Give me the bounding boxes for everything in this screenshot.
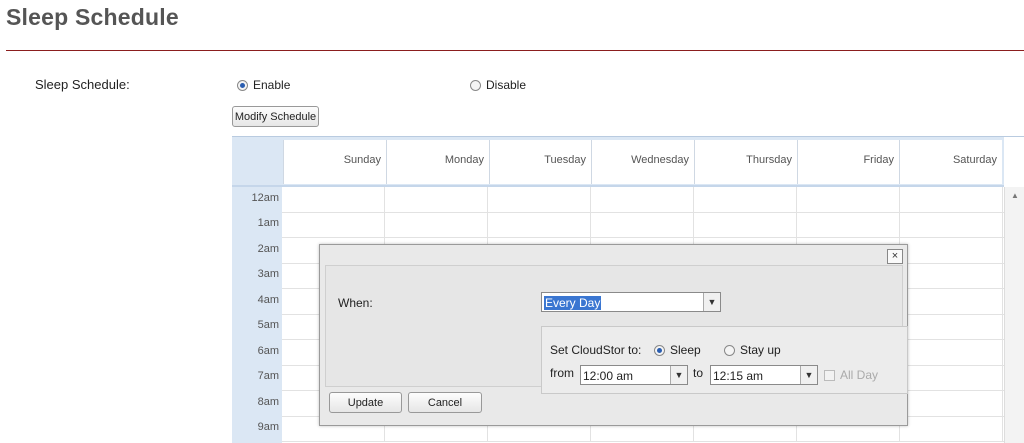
all-day-checkbox[interactable]: All Day	[824, 368, 878, 382]
when-label: When:	[338, 296, 373, 310]
chevron-down-icon: ▼	[800, 366, 817, 384]
calendar-header: Sunday Monday Tuesday Wednesday Thursday…	[232, 137, 1004, 187]
day-header-sunday: Sunday	[283, 140, 386, 184]
cancel-button[interactable]: Cancel	[408, 392, 482, 413]
sleep-schedule-label: Sleep Schedule:	[35, 77, 130, 92]
radio-checked-icon	[654, 344, 665, 356]
hour-row[interactable]	[282, 187, 1004, 213]
update-button[interactable]: Update	[329, 392, 402, 413]
enable-label: Enable	[253, 78, 291, 92]
modify-schedule-button[interactable]: Modify Schedule	[232, 106, 319, 127]
disable-label: Disable	[486, 78, 527, 92]
radio-unchecked-icon	[724, 344, 735, 356]
from-time-select[interactable]: 12:00 am ▼	[580, 365, 688, 385]
when-value: Every Day	[544, 296, 602, 310]
disable-radio[interactable]: Disable	[470, 78, 526, 92]
hour-label: 9am	[257, 421, 279, 433]
to-time-select[interactable]: 12:15 am ▼	[710, 365, 818, 385]
sleep-label: Sleep	[670, 343, 701, 357]
to-time-value: 12:15 am	[713, 369, 764, 383]
chevron-down-icon: ▼	[703, 293, 720, 311]
day-header-friday: Friday	[797, 140, 899, 184]
hour-label: 3am	[257, 268, 279, 280]
close-icon[interactable]: ×	[887, 249, 903, 264]
when-select[interactable]: Every Day ▼	[541, 292, 721, 312]
stay-up-label: Stay up	[740, 343, 781, 357]
hour-label: 7am	[257, 370, 279, 382]
hour-label: 4am	[257, 294, 279, 306]
hour-column: 12am 1am 2am 3am 4am 5am 6am 7am 8am 9am	[232, 187, 282, 443]
hour-label: 2am	[257, 243, 279, 255]
from-time-value: 12:00 am	[583, 369, 634, 383]
hour-row[interactable]	[282, 212, 1004, 238]
hour-label: 5am	[257, 319, 279, 331]
calendar-corner	[232, 137, 282, 185]
page-title: Sleep Schedule	[6, 4, 179, 30]
to-label: to	[693, 366, 704, 380]
day-header-saturday: Saturday	[899, 140, 1002, 184]
day-header-tuesday: Tuesday	[489, 140, 591, 184]
dialog-body: When: Every Day ▼ Set CloudStor to: Slee…	[325, 265, 908, 394]
chevron-down-icon: ▼	[670, 366, 687, 384]
set-cloudstor-label: Set CloudStor to:	[550, 343, 642, 357]
checkbox-unchecked-icon	[824, 369, 835, 381]
set-mode-panel: Set CloudStor to: Sleep Stay up from 12:…	[541, 326, 908, 394]
hour-label: 8am	[257, 396, 279, 408]
day-header-thursday: Thursday	[694, 140, 797, 184]
all-day-label: All Day	[840, 368, 879, 382]
hour-label: 12am	[251, 192, 279, 204]
radio-unchecked-icon	[470, 79, 481, 91]
stay-up-radio[interactable]: Stay up	[724, 343, 781, 357]
schedule-edit-dialog: × When: Every Day ▼ Set CloudStor to: Sl…	[319, 244, 908, 426]
hour-label: 6am	[257, 345, 279, 357]
hour-label: 1am	[257, 217, 279, 229]
day-header-monday: Monday	[386, 140, 489, 184]
calendar-scrollbar[interactable]: ▲	[1004, 187, 1024, 443]
title-divider	[6, 50, 1024, 51]
triangle-up-icon[interactable]: ▲	[1011, 191, 1019, 200]
day-header-wednesday: Wednesday	[591, 140, 694, 184]
from-label: from	[550, 366, 574, 380]
radio-checked-icon	[237, 79, 248, 91]
sleep-radio[interactable]: Sleep	[654, 343, 701, 357]
enable-radio[interactable]: Enable	[237, 78, 290, 92]
